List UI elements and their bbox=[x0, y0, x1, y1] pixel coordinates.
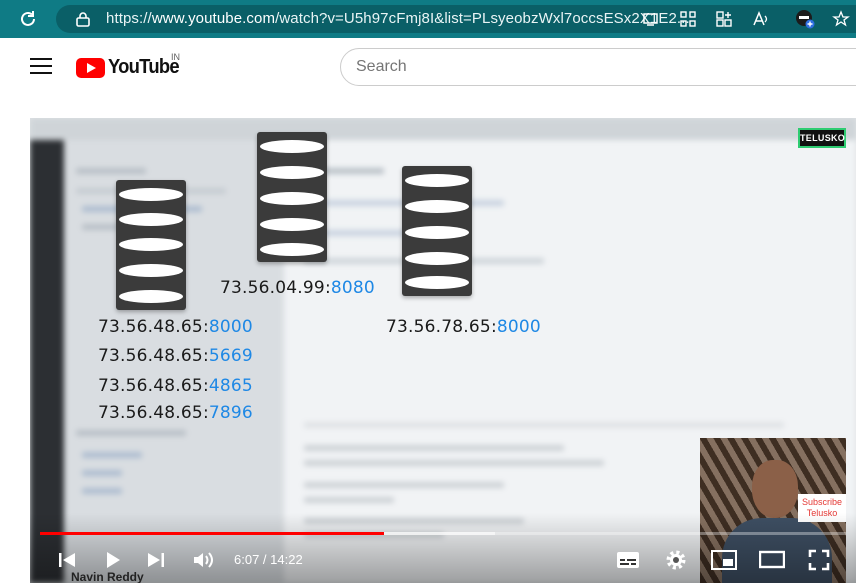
lock-icon[interactable] bbox=[76, 11, 90, 27]
time-display: 6:07 / 14:22 bbox=[234, 552, 303, 567]
channel-name[interactable]: Navin Reddy bbox=[71, 570, 144, 583]
server-address-label: 73.56.04.99:8080 bbox=[220, 278, 375, 298]
server-address-label: 73.56.48.65:5669 bbox=[98, 346, 253, 366]
favorites-icon[interactable] bbox=[832, 10, 850, 28]
server-icon bbox=[402, 166, 472, 296]
next-icon[interactable] bbox=[145, 549, 167, 571]
telusko-watermark: TELUSKO bbox=[798, 128, 846, 148]
progress-played bbox=[40, 532, 385, 535]
volume-icon[interactable] bbox=[192, 549, 216, 571]
region-code: IN bbox=[171, 52, 180, 62]
server-address-label: 73.56.48.65:7896 bbox=[98, 403, 253, 423]
reload-icon[interactable] bbox=[18, 9, 38, 29]
youtube-play-icon bbox=[76, 57, 105, 78]
video-player[interactable]: TELUSKO 73.56.48.65:8000 73.56.48.65:566… bbox=[30, 118, 856, 583]
settings-gear-icon[interactable] bbox=[664, 548, 688, 572]
previous-icon[interactable] bbox=[56, 549, 78, 571]
youtube-header: YouTube IN bbox=[0, 38, 856, 100]
app-available-icon[interactable] bbox=[642, 10, 660, 28]
apps-grid-icon[interactable] bbox=[679, 10, 697, 28]
server-icon bbox=[257, 132, 327, 262]
profile-icon[interactable] bbox=[795, 9, 815, 29]
server-address-label: 73.56.48.65:4865 bbox=[98, 376, 253, 396]
miniplayer-icon[interactable] bbox=[711, 550, 737, 570]
server-address-label: 73.56.78.65:8000 bbox=[386, 317, 541, 337]
search-input[interactable] bbox=[356, 58, 836, 76]
subtitles-icon[interactable] bbox=[616, 550, 640, 570]
browser-toolbar: https://www.youtube.com/watch?v=U5h97cFm… bbox=[0, 0, 856, 38]
youtube-logo[interactable]: YouTube bbox=[76, 56, 185, 79]
extensions-icon[interactable] bbox=[715, 10, 733, 28]
controls-gradient bbox=[30, 513, 856, 583]
url-text[interactable]: https://www.youtube.com/watch?v=U5h97cFm… bbox=[106, 10, 690, 27]
server-address-label: 73.56.48.65:8000 bbox=[98, 317, 253, 337]
search-box[interactable] bbox=[340, 48, 856, 86]
play-icon[interactable] bbox=[102, 549, 124, 571]
fullscreen-icon[interactable] bbox=[808, 549, 830, 571]
progress-bar[interactable] bbox=[40, 532, 846, 535]
theater-mode-icon[interactable] bbox=[759, 550, 785, 570]
server-icon bbox=[116, 180, 186, 310]
hamburger-menu-icon[interactable] bbox=[30, 58, 52, 76]
read-aloud-icon[interactable] bbox=[752, 10, 770, 28]
